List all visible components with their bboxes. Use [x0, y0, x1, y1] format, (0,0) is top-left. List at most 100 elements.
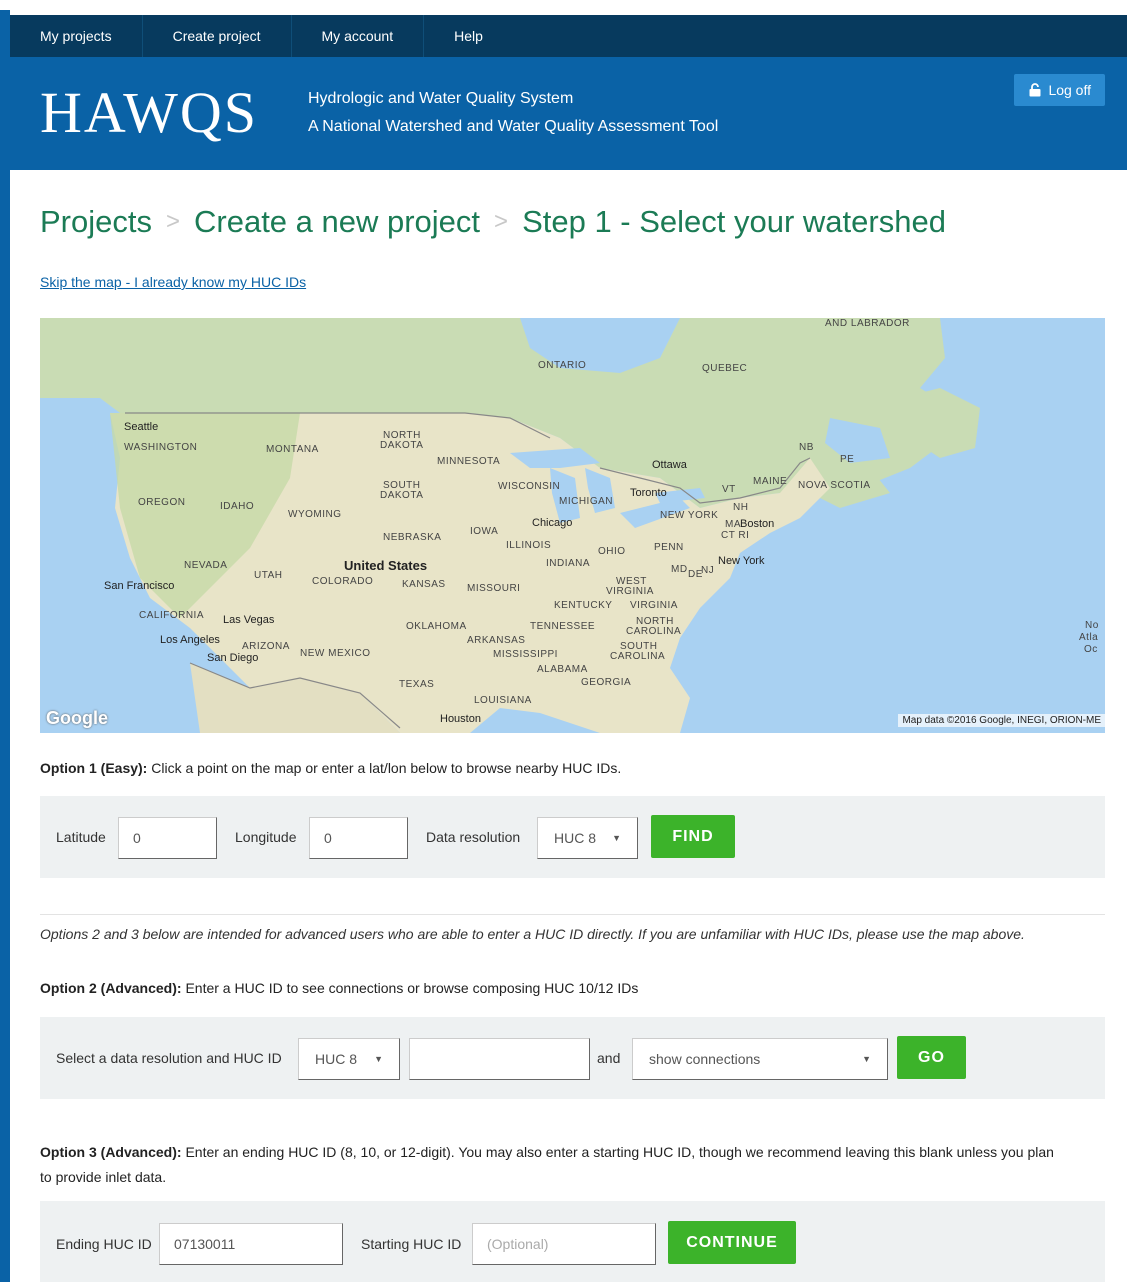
breadcrumb-separator: >: [165, 208, 180, 235]
option-1-text: Option 1 (Easy): Click a point on the ma…: [40, 760, 621, 776]
continue-button[interactable]: CONTINUE: [668, 1221, 796, 1264]
starting-huc-input[interactable]: (Optional): [472, 1223, 656, 1265]
map-label-north-carolina-2: CAROLINA: [626, 626, 682, 637]
map-label-kansas: KANSAS: [402, 579, 446, 590]
latitude-label: Latitude: [56, 829, 106, 845]
option-1-description: Click a point on the map or enter a lat/…: [147, 760, 622, 776]
map-label-alabama: ALABAMA: [537, 664, 588, 675]
map-label-virginia: VIRGINIA: [630, 600, 678, 611]
map-label-new-york: NEW YORK: [660, 510, 719, 521]
option-3-panel: Ending HUC ID 07130011 Starting HUC ID (…: [40, 1201, 1105, 1282]
map-label-nova-scotia: NOVA SCOTIA: [798, 480, 871, 491]
map-city-new-york: New York: [718, 555, 765, 567]
map-label-atlantic-1: No: [1085, 620, 1099, 631]
map-label-labrador: AND LABRADOR: [825, 318, 910, 329]
map-label-michigan: MICHIGAN: [559, 496, 613, 507]
huc-id-input[interactable]: [409, 1038, 590, 1080]
google-logo[interactable]: Google: [46, 708, 108, 729]
select-resolution-label: Select a data resolution and HUC ID: [56, 1050, 282, 1066]
map-label-wisconsin: WISCONSIN: [498, 481, 561, 492]
map-city-ottawa: Ottawa: [652, 459, 687, 471]
map-city-boston: Boston: [740, 518, 775, 530]
map-label-california: CALIFORNIA: [139, 610, 205, 621]
map-label-north-dakota-2: DAKOTA: [380, 440, 424, 451]
map-city-san-francisco: San Francisco: [104, 580, 175, 592]
map-city-los-angeles: Los Angeles: [160, 634, 220, 646]
chevron-down-icon: ▼: [612, 833, 621, 843]
data-resolution-label: Data resolution: [426, 829, 521, 845]
map-label-west-virginia-2: VIRGINIA: [606, 586, 654, 597]
map-label-south-carolina-2: CAROLINA: [610, 651, 666, 662]
data-resolution-value: HUC 8: [554, 830, 597, 846]
map-label-new-mexico: NEW MEXICO: [300, 648, 371, 659]
map-label-nebraska: NEBRASKA: [383, 532, 442, 543]
nav-my-projects[interactable]: My projects: [10, 15, 143, 57]
map-label-nb: NB: [799, 442, 814, 453]
map-label-idaho: IDAHO: [220, 501, 255, 512]
option-3-description-2: to provide inlet data.: [40, 1169, 167, 1185]
map-label-maine: MAINE: [753, 476, 788, 487]
breadcrumb-projects[interactable]: Projects: [40, 204, 152, 240]
breadcrumb: Projects > Create a new project > Step 1…: [40, 204, 946, 240]
map-city-las-vegas: Las Vegas: [223, 614, 275, 626]
map-label-oklahoma: OKLAHOMA: [406, 621, 467, 632]
left-border: [0, 10, 10, 1282]
option-3-description-1: Enter an ending HUC ID (8, 10, or 12-dig…: [181, 1144, 1054, 1160]
find-button[interactable]: FIND: [651, 815, 735, 858]
map-label-georgia: GEORGIA: [581, 677, 632, 688]
map-label-utah: UTAH: [254, 570, 283, 581]
option-2-title: Option 2 (Advanced):: [40, 980, 182, 996]
go-button[interactable]: GO: [897, 1036, 966, 1079]
action-select[interactable]: show connections ▼: [632, 1038, 888, 1080]
option-1-panel: Latitude 0 Longitude 0 Data resolution H…: [40, 796, 1105, 878]
map-label-south-dakota-2: DAKOTA: [380, 490, 424, 501]
tagline: Hydrologic and Water Quality System A Na…: [308, 85, 718, 141]
map-label-tennessee: TENNESSEE: [530, 621, 596, 632]
map-label-vt: VT: [722, 484, 736, 495]
map-label-missouri: MISSOURI: [467, 583, 521, 594]
map-label-ma: MA: [725, 519, 741, 530]
map-label-minnesota: MINNESOTA: [437, 456, 501, 467]
map-label-indiana: INDIANA: [546, 558, 591, 569]
breadcrumb-create-project[interactable]: Create a new project: [194, 204, 480, 240]
nav-my-account[interactable]: My account: [292, 15, 425, 57]
logo[interactable]: HAWQS: [40, 79, 258, 146]
logoff-label: Log off: [1048, 82, 1091, 98]
map-label-penn: PENN: [654, 542, 684, 553]
longitude-input[interactable]: 0: [309, 817, 408, 859]
map-label-illinois: ILLINOIS: [506, 540, 552, 551]
map-label-ct-ri: CT RI: [721, 530, 750, 541]
starting-huc-label: Starting HUC ID: [361, 1236, 462, 1252]
longitude-label: Longitude: [235, 829, 297, 845]
option-3-text: Option 3 (Advanced): Enter an ending HUC…: [40, 1140, 1110, 1190]
huc-resolution-select[interactable]: HUC 8 ▼: [298, 1038, 400, 1080]
map-city-san-diego: San Diego: [207, 652, 259, 664]
latitude-input[interactable]: 0: [118, 817, 217, 859]
top-nav: My projects Create project My account He…: [10, 15, 1127, 57]
map-label-kentucky: KENTUCKY: [554, 600, 613, 611]
tagline-line-2: A National Watershed and Water Quality A…: [308, 118, 719, 135]
nav-help[interactable]: Help: [424, 15, 513, 57]
map-city-toronto: Toronto: [630, 487, 667, 499]
logoff-button[interactable]: Log off: [1014, 74, 1105, 106]
skip-map-link[interactable]: Skip the map - I already know my HUC IDs: [40, 274, 306, 290]
watershed-map[interactable]: ONTARIO QUEBEC AND LABRADOR Seattle WASH…: [40, 318, 1105, 733]
map-label-pe: PE: [840, 454, 855, 465]
data-resolution-select[interactable]: HUC 8 ▼: [537, 817, 638, 859]
tagline-line-1: Hydrologic and Water Quality System: [308, 90, 574, 107]
map-attribution[interactable]: Map data ©2016 Google, INEGI, ORION-ME: [898, 714, 1105, 727]
option-3-title: Option 3 (Advanced):: [40, 1144, 182, 1160]
map-label-iowa: IOWA: [470, 526, 499, 537]
map-label-nevada: NEVADA: [184, 560, 228, 571]
map-label-quebec: QUEBEC: [702, 363, 748, 374]
map-label-texas: TEXAS: [399, 679, 435, 690]
map-label-arizona: ARIZONA: [242, 641, 290, 652]
option-1-title: Option 1 (Easy):: [40, 760, 148, 776]
map-label-atlantic-3: Oc: [1084, 644, 1098, 655]
map-label-nj: NJ: [701, 565, 715, 576]
option-2-panel: Select a data resolution and HUC ID HUC …: [40, 1017, 1105, 1099]
chevron-down-icon: ▼: [374, 1054, 383, 1064]
ending-huc-input[interactable]: 07130011: [159, 1223, 343, 1265]
map-label-ohio: OHIO: [598, 546, 626, 557]
nav-create-project[interactable]: Create project: [143, 15, 292, 57]
